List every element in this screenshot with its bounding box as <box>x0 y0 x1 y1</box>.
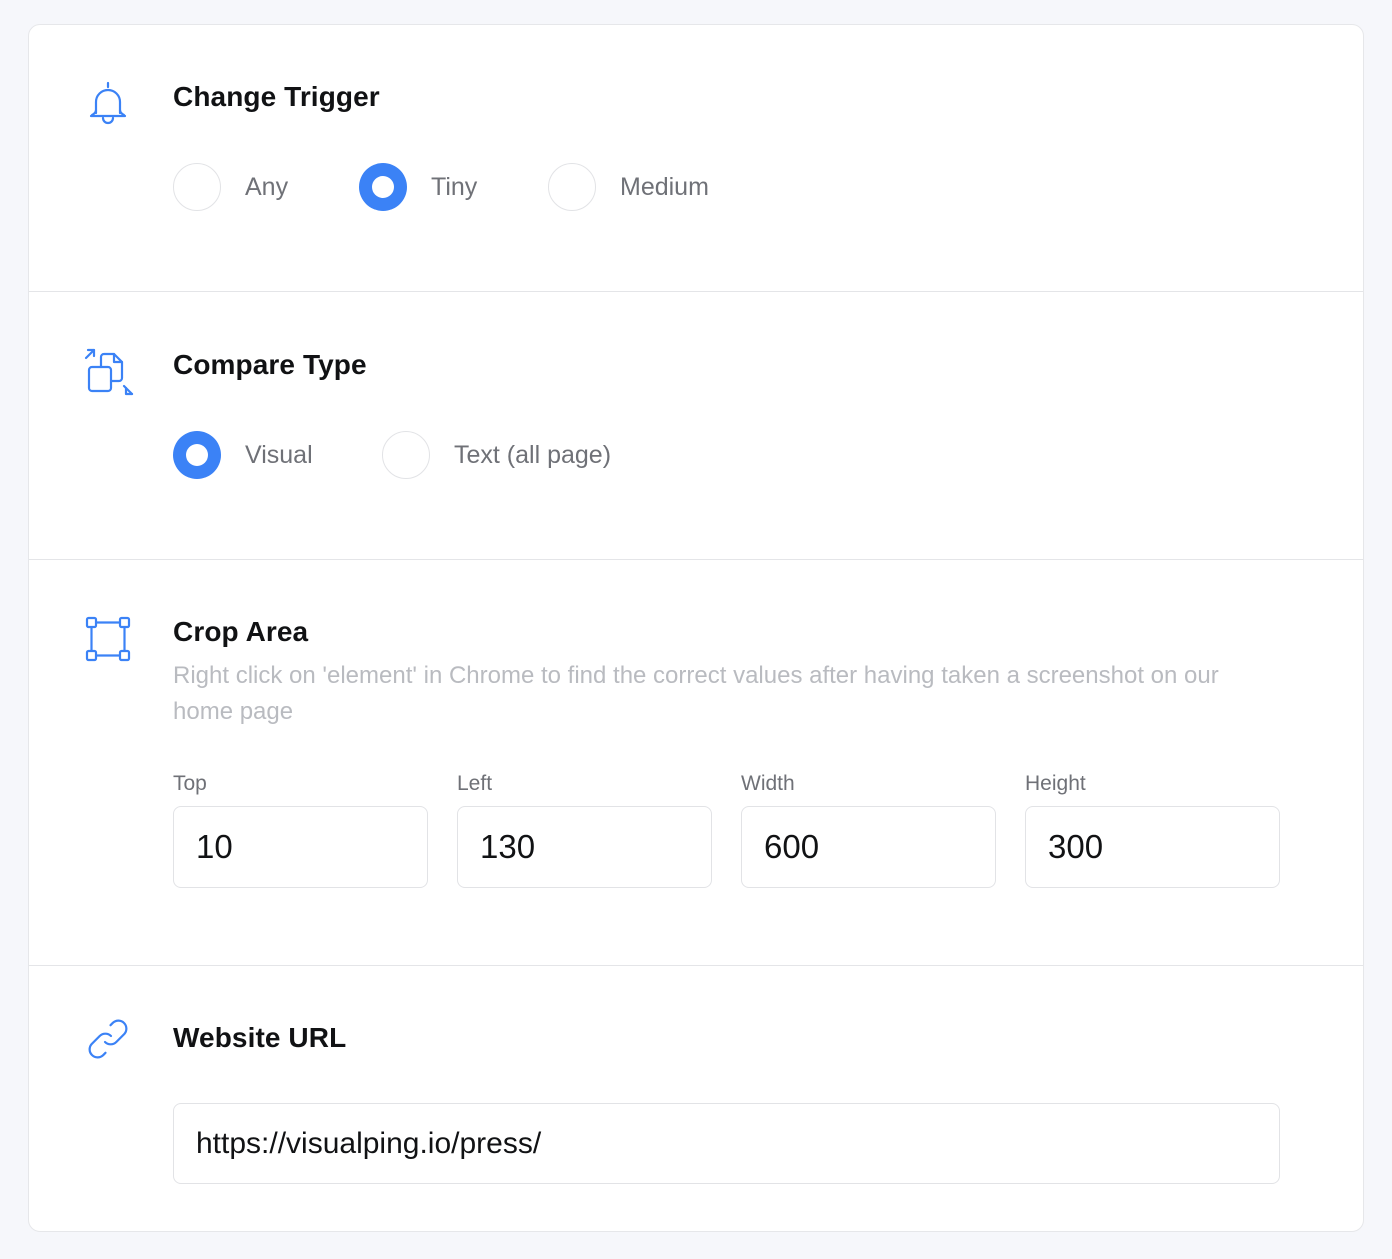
radio-button[interactable] <box>548 163 596 211</box>
radio-option-tiny[interactable]: Tiny <box>359 163 548 211</box>
change-trigger-radio-group: Any Tiny Medium <box>173 163 709 211</box>
bell-icon <box>81 77 135 131</box>
radio-label: Medium <box>620 172 709 201</box>
radio-label: Any <box>245 172 289 201</box>
radio-button[interactable] <box>359 163 407 211</box>
field-label: Width <box>741 772 795 795</box>
radio-button[interactable] <box>173 163 221 211</box>
crop-left-field: Left 130 <box>457 771 712 888</box>
crop-area-section: Crop Area Right click on 'element' in Ch… <box>29 560 1363 965</box>
field-label: Left <box>457 772 493 795</box>
section-title: Compare Type <box>173 349 367 380</box>
link-icon <box>81 1012 135 1066</box>
crop-left-input[interactable]: 130 <box>457 806 712 888</box>
website-url-section: Website URL https://visualping.io/press/ <box>29 966 1363 1231</box>
section-title: Website URL <box>173 1022 347 1053</box>
radio-button[interactable] <box>382 431 430 479</box>
compare-type-section: Compare Type Visual Text (all page) <box>29 292 1363 559</box>
crop-height-field: Height 300 <box>1025 771 1280 888</box>
radio-label: Tiny <box>431 172 478 201</box>
crop-width-field: Width 600 <box>741 771 996 888</box>
change-trigger-section: Change Trigger Any Tiny Medium <box>29 25 1363 291</box>
settings-card: Change Trigger Any Tiny Medium Compare T… <box>28 24 1364 1232</box>
field-label: Height <box>1025 772 1086 795</box>
field-label: Top <box>173 772 207 795</box>
radio-label: Text (all page) <box>454 440 612 469</box>
radio-button[interactable] <box>173 431 221 479</box>
website-url-input[interactable]: https://visualping.io/press/ <box>173 1103 1280 1184</box>
crop-top-field: Top 10 <box>173 771 428 888</box>
section-title: Change Trigger <box>173 81 380 112</box>
radio-option-text-all-page[interactable]: Text (all page) <box>382 431 611 479</box>
crop-top-input[interactable]: 10 <box>173 806 428 888</box>
radio-option-medium[interactable]: Medium <box>548 163 709 211</box>
radio-label: Visual <box>245 440 313 469</box>
crop-area-icon <box>81 612 135 666</box>
crop-width-input[interactable]: 600 <box>741 806 996 888</box>
crop-area-hint: Right click on 'element' in Chrome to fi… <box>173 662 1219 725</box>
radio-option-any[interactable]: Any <box>173 163 359 211</box>
crop-height-input[interactable]: 300 <box>1025 806 1280 888</box>
section-title: Crop Area <box>173 616 309 647</box>
radio-option-visual[interactable]: Visual <box>173 431 382 479</box>
compare-type-radio-group: Visual Text (all page) <box>173 431 611 479</box>
compare-documents-icon <box>81 345 135 399</box>
